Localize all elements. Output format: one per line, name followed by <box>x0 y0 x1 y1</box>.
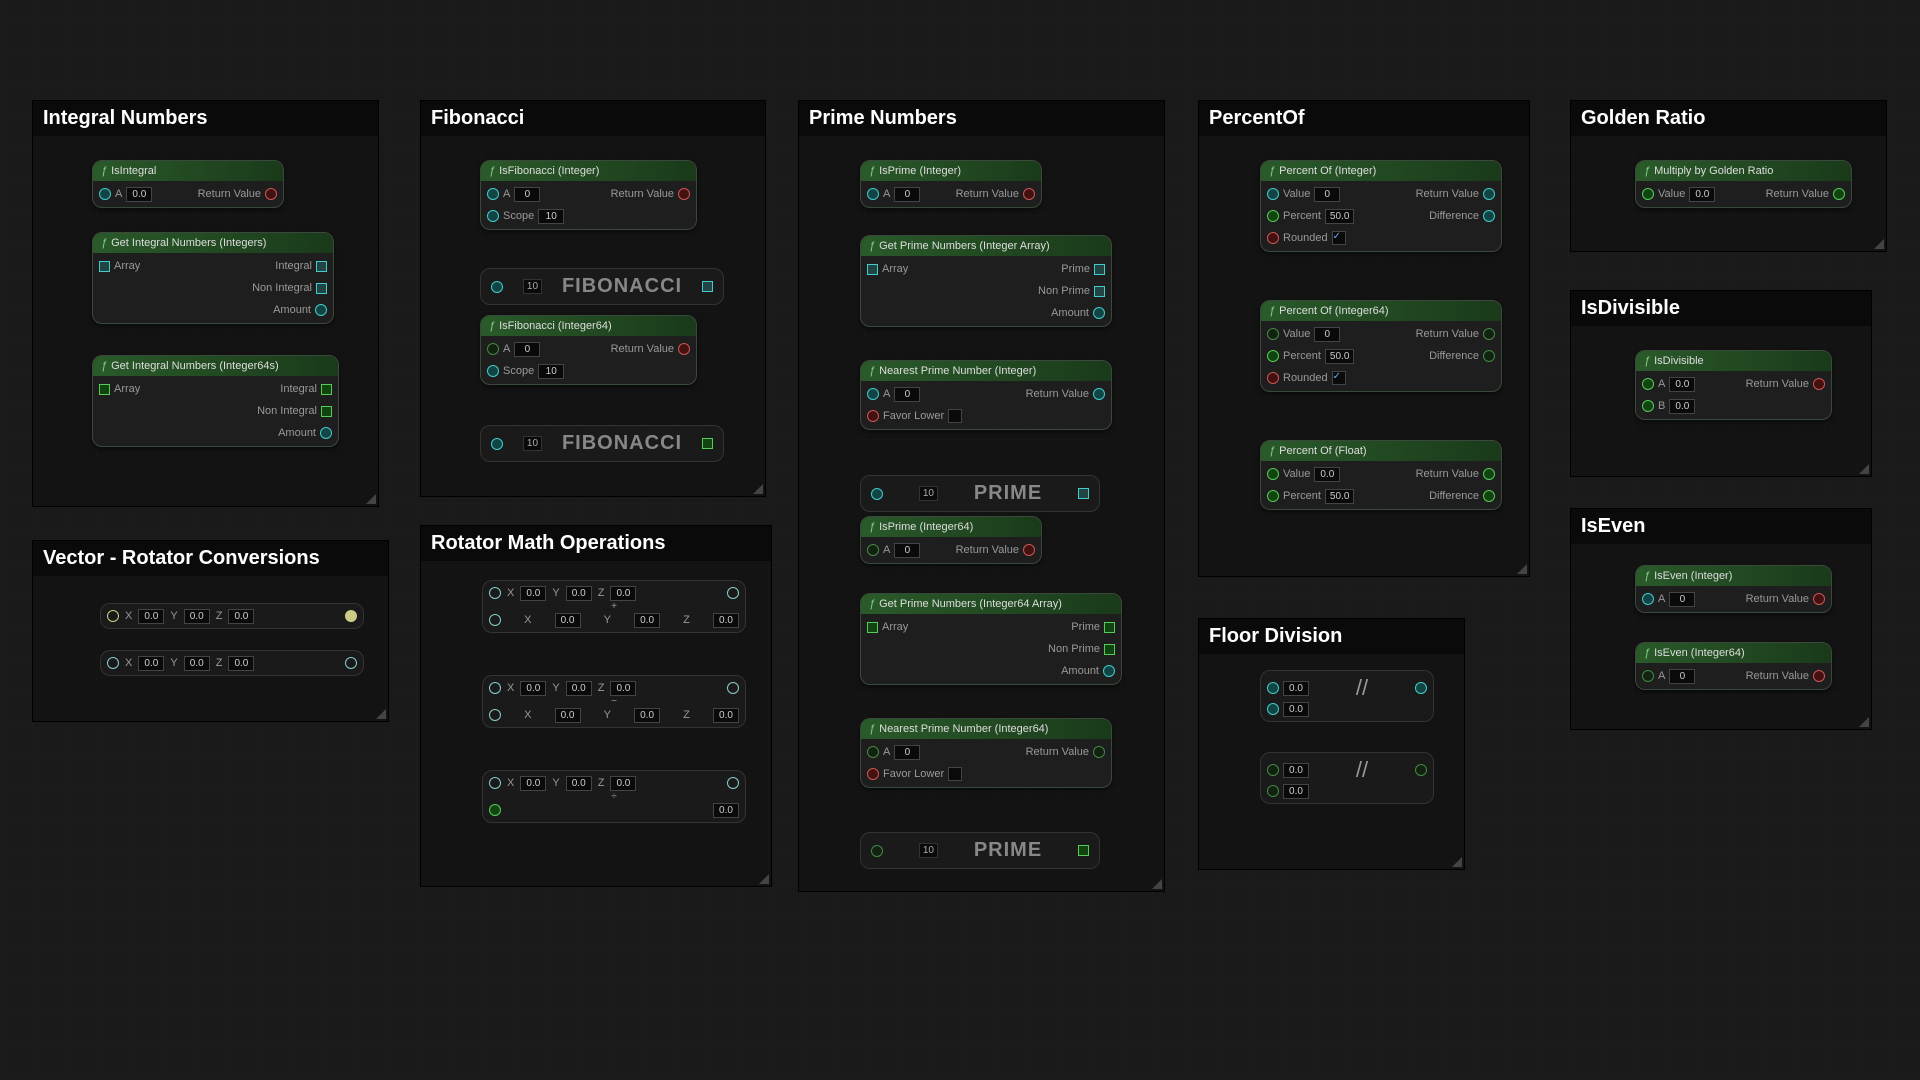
node-rot-sub[interactable]: X0.0Y0.0Z0.0 − X0.0Y0.0Z0.0 <box>482 675 746 728</box>
section-floordiv[interactable]: Floor Division <box>1198 618 1465 870</box>
node-nearprime64[interactable]: ƒNearest Prime Number (Integer64) A0Retu… <box>860 718 1112 788</box>
resize-handle[interactable] <box>366 494 376 504</box>
macro-fibonacci-int[interactable]: 10 FIBONACCI <box>480 268 724 305</box>
section-vecrot[interactable]: Vector - Rotator Conversions <box>32 540 389 722</box>
node-pctint64[interactable]: ƒPercent Of (Integer64) Value0Return Val… <box>1260 300 1502 392</box>
pin-a[interactable] <box>99 188 111 200</box>
node-nearprime[interactable]: ƒNearest Prime Number (Integer) A0Return… <box>860 360 1112 430</box>
node-getprime[interactable]: ƒGet Prime Numbers (Integer Array) Array… <box>860 235 1112 327</box>
node-getprime64[interactable]: ƒGet Prime Numbers (Integer64 Array) Arr… <box>860 593 1122 685</box>
node-getint[interactable]: ƒGet Integral Numbers (Integers) ArrayIn… <box>92 232 334 324</box>
node-floordiv-int64[interactable]: 0.0// 0.0 <box>1260 752 1434 804</box>
node-getint64[interactable]: ƒGet Integral Numbers (Integer64s) Array… <box>92 355 339 447</box>
node-isintegral[interactable]: ƒIsIntegral A0.0Return Value <box>92 160 284 208</box>
resize-handle[interactable] <box>753 484 763 494</box>
macro-prime-int[interactable]: 10 PRIME <box>860 475 1100 512</box>
pin-return[interactable] <box>265 188 277 200</box>
node-isprime64[interactable]: ƒIsPrime (Integer64) A0Return Value <box>860 516 1042 564</box>
pin-array[interactable] <box>99 384 110 395</box>
node-isevenint[interactable]: ƒIsEven (Integer) A0Return Value <box>1635 565 1832 613</box>
section-iseven[interactable]: IsEven <box>1570 508 1872 730</box>
section-title: Integral Numbers <box>33 101 378 136</box>
node-vec2rot[interactable]: X0.0Y0.0Z0.0 <box>100 603 364 629</box>
node-isevenint64[interactable]: ƒIsEven (Integer64) A0Return Value <box>1635 642 1832 690</box>
node-rot2vec[interactable]: X0.0Y0.0Z0.0 <box>100 650 364 676</box>
node-floordiv-int[interactable]: 0.0// 0.0 <box>1260 670 1434 722</box>
pin-array[interactable] <box>99 261 110 272</box>
node-isfib[interactable]: ƒIsFibonacci (Integer) A0Return Value Sc… <box>480 160 697 230</box>
node-pctint[interactable]: ƒPercent Of (Integer) Value0Return Value… <box>1260 160 1502 252</box>
node-rot-add[interactable]: X0.0Y0.0Z0.0 + X0.0Y0.0Z0.0 <box>482 580 746 633</box>
node-isprime[interactable]: ƒIsPrime (Integer) A0Return Value <box>860 160 1042 208</box>
node-rot-div[interactable]: X0.0Y0.0Z0.0 ÷ 0.0 <box>482 770 746 823</box>
macro-fibonacci-int64[interactable]: 10 FIBONACCI <box>480 425 724 462</box>
resize-handle[interactable] <box>1152 879 1162 889</box>
node-isfib64[interactable]: ƒIsFibonacci (Integer64) A0Return Value … <box>480 315 697 385</box>
macro-prime-int64[interactable]: 10 PRIME <box>860 832 1100 869</box>
node-pctfloat[interactable]: ƒPercent Of (Float) Value0.0Return Value… <box>1260 440 1502 510</box>
node-isdiv[interactable]: ƒIsDivisible A0.0Return Value B0.0 <box>1635 350 1832 420</box>
node-mulgold[interactable]: ƒMultiply by Golden Ratio Value0.0Return… <box>1635 160 1852 208</box>
